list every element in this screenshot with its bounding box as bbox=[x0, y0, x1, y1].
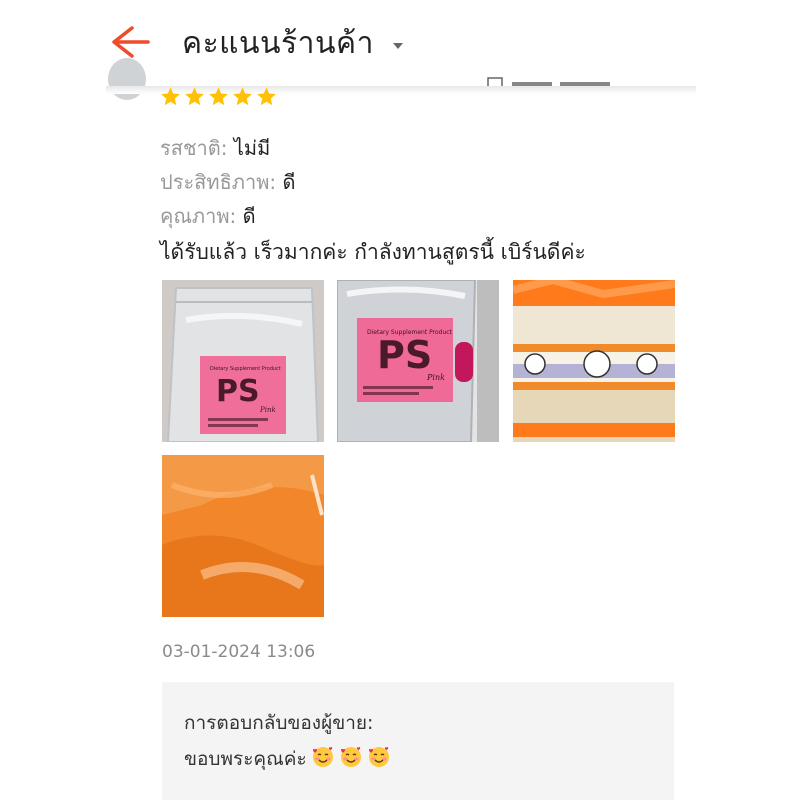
review-photo[interactable] bbox=[162, 455, 324, 617]
attribute-row-quality: คุณภาพ: ดี bbox=[160, 200, 256, 232]
review-photo[interactable] bbox=[513, 280, 675, 442]
attribute-label: คุณภาพ: bbox=[160, 204, 237, 228]
attribute-value: ดี bbox=[242, 204, 256, 228]
smiling-face-with-hearts-icon bbox=[368, 747, 389, 767]
star-icon bbox=[185, 87, 204, 106]
pack-caption-2: Dietary Supplement Product bbox=[367, 329, 453, 336]
star-icon bbox=[257, 87, 276, 106]
attribute-value: ดี bbox=[282, 170, 296, 194]
attribute-value: ไม่มี bbox=[233, 136, 271, 160]
caret-down-icon[interactable] bbox=[392, 36, 404, 49]
arrow-left-icon bbox=[112, 26, 150, 58]
pack-variant-2: Pink bbox=[426, 373, 445, 382]
review-timestamp: 03-01-2024 13:06 bbox=[162, 642, 316, 662]
back-button[interactable] bbox=[106, 22, 154, 62]
seller-reply-message: ขอบพระคุณค่ะ bbox=[184, 748, 307, 770]
seller-reply-text: ขอบพระคุณค่ะ bbox=[184, 744, 391, 774]
pack-brand-1: PS bbox=[216, 374, 260, 409]
pack-brand-2: PS bbox=[377, 333, 432, 377]
seller-reply-label: การตอบกลับของผู้ขาย: bbox=[184, 712, 374, 734]
review-comment: ได้รับแล้ว เร็วมากค่ะ กำลังทานสูตรนี้ เบ… bbox=[160, 240, 586, 264]
pack-caption-1: Dietary Supplement Product bbox=[210, 366, 281, 372]
page-title: คะแนนร้านค้า bbox=[182, 26, 374, 61]
pack-variant-1: Pink bbox=[259, 406, 276, 414]
star-icon bbox=[161, 87, 180, 106]
attribute-row-effectiveness: ประสิทธิภาพ: ดี bbox=[160, 166, 295, 198]
review-photo[interactable]: PS Dietary Supplement Product Pink bbox=[162, 280, 324, 442]
star-rating bbox=[160, 86, 280, 112]
review-photo[interactable]: PS Dietary Supplement Product Pink bbox=[337, 280, 499, 442]
attribute-row-taste: รสชาติ: ไม่มี bbox=[160, 132, 270, 164]
star-icon bbox=[209, 87, 228, 106]
attribute-label: ประสิทธิภาพ: bbox=[160, 170, 277, 194]
smiling-face-with-hearts-icon bbox=[312, 747, 333, 767]
smiling-face-with-hearts-icon bbox=[340, 747, 361, 767]
seller-reply: การตอบกลับของผู้ขาย: ขอบพระคุณค่ะ bbox=[162, 682, 674, 800]
star-icon bbox=[233, 87, 252, 106]
attribute-label: รสชาติ: bbox=[160, 136, 228, 160]
emoji-group bbox=[307, 747, 391, 770]
